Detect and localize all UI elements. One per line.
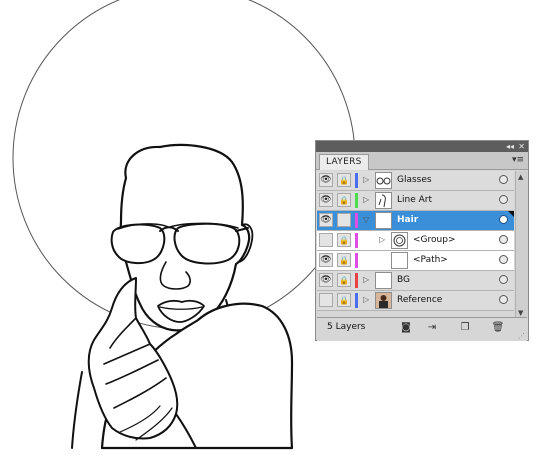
lock-toggle-icon[interactable]: 🔒 bbox=[337, 293, 351, 307]
target-circle-icon[interactable] bbox=[499, 215, 508, 224]
visibility-toggle-icon[interactable]: 👁 bbox=[319, 253, 333, 267]
layer-color-swatch bbox=[355, 273, 358, 288]
expand-right-arrow-icon[interactable]: ▷ bbox=[363, 274, 369, 286]
target-circle-icon[interactable] bbox=[499, 295, 508, 304]
layer-color-swatch bbox=[355, 193, 358, 208]
expand-right-arrow-icon[interactable]: ▷ bbox=[363, 174, 369, 186]
layers-panel: ◂◂ ✕ LAYERS ▾≡ 👁 🔒 ▷ Glasses 👁 🔒 ▷ Line Art 👁 ▽ Ha… bbox=[315, 140, 529, 341]
create-sublayer-icon[interactable]: ⇥ bbox=[425, 321, 439, 335]
layer-name: Glasses bbox=[397, 175, 432, 185]
make-clip-mask-icon[interactable]: ◙ bbox=[399, 321, 413, 335]
close-panel-icon[interactable]: ✕ bbox=[518, 141, 525, 152]
layer-thumbnail bbox=[375, 272, 392, 289]
expand-right-arrow-icon[interactable]: ▷ bbox=[379, 234, 385, 246]
layer-thumbnail bbox=[375, 292, 392, 309]
panel-menu-icon[interactable]: ▾≡ bbox=[512, 155, 524, 165]
glasses-lens-left bbox=[110, 223, 166, 264]
layer-thumbnail bbox=[375, 172, 392, 189]
visibility-toggle-icon[interactable]: 👁 bbox=[319, 273, 333, 287]
scroll-down-arrow-icon[interactable]: ▼ bbox=[518, 309, 523, 317]
scroll-up-arrow-icon[interactable]: ▲ bbox=[518, 173, 523, 181]
layers-scrollbar[interactable]: ▲ ▼ bbox=[515, 171, 528, 319]
tab-layers[interactable]: LAYERS bbox=[319, 154, 369, 170]
lock-toggle-icon[interactable] bbox=[337, 213, 351, 227]
target-circle-icon[interactable] bbox=[499, 175, 508, 184]
layer-color-swatch bbox=[355, 173, 358, 188]
layer-name: BG bbox=[397, 275, 410, 285]
layers-footer: 5 Layers ◙ ⇥ ❐ 🗑 ⋰ bbox=[317, 317, 527, 341]
layer-thumbnail bbox=[391, 252, 408, 269]
layer-name: Hair bbox=[397, 215, 419, 225]
visibility-toggle-icon[interactable] bbox=[319, 233, 333, 247]
visibility-toggle-icon[interactable] bbox=[319, 293, 333, 307]
layer-color-swatch bbox=[355, 233, 358, 248]
lock-toggle-icon[interactable]: 🔒 bbox=[337, 273, 351, 287]
layer-row[interactable]: 🔒 ▷ <Group> bbox=[317, 231, 514, 251]
layer-row[interactable]: 👁 🔒 <Path> bbox=[317, 251, 514, 271]
layers-list: 👁 🔒 ▷ Glasses 👁 🔒 ▷ Line Art 👁 ▽ Hair 🔒 ▷ <Group> 👁 🔒 <P… bbox=[317, 171, 514, 311]
layer-color-swatch bbox=[355, 213, 358, 228]
layer-color-swatch bbox=[355, 253, 358, 268]
glasses-lens-right bbox=[173, 222, 241, 265]
expand-right-arrow-icon[interactable]: ▷ bbox=[363, 194, 369, 206]
layer-color-swatch bbox=[355, 293, 358, 308]
target-circle-icon[interactable] bbox=[499, 255, 508, 264]
layer-thumbnail bbox=[375, 212, 392, 229]
layer-row[interactable]: 🔒 ▷ Reference bbox=[317, 291, 514, 311]
lock-toggle-icon[interactable]: 🔒 bbox=[337, 233, 351, 247]
visibility-toggle-icon[interactable]: 👁 bbox=[319, 193, 333, 207]
layer-thumbnail bbox=[391, 232, 408, 249]
layer-row[interactable]: 👁 🔒 ▷ Line Art bbox=[317, 191, 514, 211]
layer-count: 5 Layers bbox=[327, 322, 366, 332]
expand-down-arrow-icon[interactable]: ▽ bbox=[363, 214, 369, 226]
layer-name: <Group> bbox=[413, 235, 456, 245]
lock-toggle-icon[interactable]: 🔒 bbox=[337, 253, 351, 267]
visibility-toggle-icon[interactable]: 👁 bbox=[319, 173, 333, 187]
delete-layer-icon[interactable]: 🗑 bbox=[491, 321, 505, 335]
layer-name: <Path> bbox=[413, 255, 448, 265]
lock-toggle-icon[interactable]: 🔒 bbox=[337, 173, 351, 187]
target-circle-icon[interactable] bbox=[499, 275, 508, 284]
layer-row[interactable]: 👁 🔒 ▷ BG bbox=[317, 271, 514, 291]
panel-tab-row: LAYERS ▾≡ bbox=[316, 152, 528, 170]
layer-row[interactable]: 👁 ▽ Hair bbox=[317, 211, 514, 231]
target-circle-icon[interactable] bbox=[499, 235, 508, 244]
panel-titlebar[interactable]: ◂◂ ✕ bbox=[316, 141, 528, 152]
collapse-panel-icon[interactable]: ◂◂ bbox=[506, 141, 514, 152]
layer-thumbnail bbox=[375, 192, 392, 209]
layer-name: Reference bbox=[397, 295, 443, 305]
layer-name: Line Art bbox=[397, 195, 433, 205]
expand-right-arrow-icon[interactable]: ▷ bbox=[363, 294, 369, 306]
target-circle-icon[interactable] bbox=[499, 195, 508, 204]
lock-toggle-icon[interactable]: 🔒 bbox=[337, 193, 351, 207]
resize-grip-icon[interactable]: ⋰ bbox=[518, 332, 525, 340]
visibility-toggle-icon[interactable]: 👁 bbox=[319, 213, 333, 227]
create-layer-icon[interactable]: ❐ bbox=[458, 321, 472, 335]
layer-row[interactable]: 👁 🔒 ▷ Glasses bbox=[317, 171, 514, 191]
